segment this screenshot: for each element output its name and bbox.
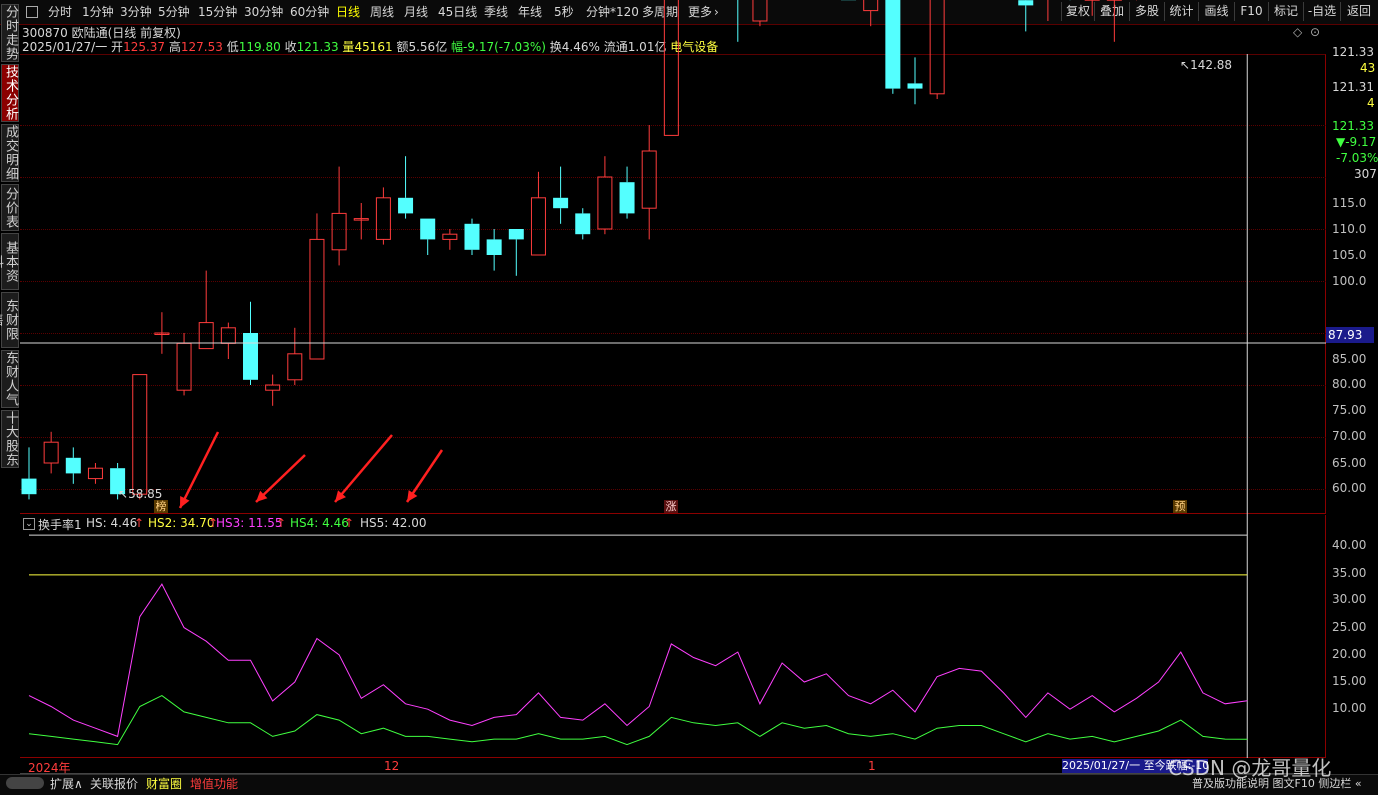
candle-body [465, 224, 480, 250]
candle-body [598, 177, 612, 229]
candle-body [443, 234, 457, 239]
candle-body [620, 182, 635, 213]
high-annotation: ↖142.88 [1180, 58, 1232, 72]
indicator-collapse-icon[interactable]: ⌄ [23, 518, 35, 530]
candle-body [509, 229, 524, 239]
indicator-axis-label: 25.00 [1332, 620, 1378, 634]
candle-body [22, 479, 37, 495]
candle-body [66, 458, 81, 474]
legend-up-arrow-icon: ↑ [134, 516, 144, 530]
bottom-expand-button[interactable]: 扩展∧ [50, 775, 83, 793]
annotation-arrowhead-icon [407, 490, 417, 502]
candle-body [266, 385, 280, 390]
candle-body [553, 198, 568, 208]
indicator-axis-label: 15.00 [1332, 674, 1378, 688]
low-annotation: ↖58.85 [118, 487, 162, 501]
candle-body [753, 0, 767, 21]
candle-body [398, 198, 413, 214]
bottom-related-quote-button[interactable]: 关联报价 [90, 775, 138, 793]
time-label: 12 [384, 759, 399, 773]
candle-body [177, 343, 191, 390]
marker-yu[interactable]: 预 [1173, 500, 1187, 513]
candle-body [243, 333, 258, 380]
legend-hs: HS: 4.46 [86, 516, 137, 530]
indicator-axis-label: 40.00 [1332, 538, 1378, 552]
candle-body [930, 0, 944, 94]
candle-body [864, 0, 878, 11]
candlestick-chart[interactable] [0, 0, 1378, 794]
indicator-axis-label: 35.00 [1332, 566, 1378, 580]
marker-bang[interactable]: 榜 [154, 500, 168, 513]
indicator-axis-label: 10.00 [1332, 701, 1378, 715]
candle-body [1018, 0, 1033, 5]
hs4-line [29, 696, 1247, 745]
annotation-arrow-icon [180, 432, 218, 508]
indicator-name[interactable]: 换手率1 [38, 516, 82, 533]
legend-hs3: HS3: 11.55 [216, 516, 283, 530]
bottom-wealth-button[interactable]: 财富圈 [146, 775, 182, 793]
legend-up-arrow-icon: ↑ [344, 516, 354, 530]
candle-body [531, 198, 545, 255]
marker-zhang[interactable]: 涨 [664, 500, 678, 513]
candle-body [664, 0, 678, 135]
candle-body [44, 442, 58, 463]
time-label: 1 [868, 759, 876, 773]
legend-up-arrow-icon: ↑ [276, 516, 286, 530]
annotation-arrow-icon [335, 435, 392, 502]
legend-hs5: HS5: 42.00 [360, 516, 427, 530]
candle-body [487, 239, 502, 255]
legend-hs2: HS2: 34.70 [148, 516, 215, 530]
bottom-value-added-button[interactable]: 增值功能 [190, 775, 238, 793]
candle-body [575, 213, 590, 234]
legend-hs4: HS4: 4.46 [290, 516, 349, 530]
watermark: CSDN @龙哥量化 [1168, 752, 1331, 781]
candle-body [420, 219, 435, 240]
candle-body [885, 0, 900, 89]
candle-body [199, 323, 213, 349]
indicator-axis-label: 20.00 [1332, 647, 1378, 661]
candle-body [88, 468, 102, 478]
candle-body [332, 213, 346, 249]
candle-body [221, 328, 235, 344]
candle-body [310, 239, 324, 359]
candle-body [288, 354, 302, 380]
indicator-axis-label: 30.00 [1332, 592, 1378, 606]
candle-body [376, 198, 390, 240]
hs3-line [29, 584, 1247, 736]
candle-body [908, 83, 923, 88]
bottom-scroll-handle[interactable] [6, 777, 44, 789]
candle-body [133, 375, 147, 495]
candle-body [642, 151, 656, 208]
